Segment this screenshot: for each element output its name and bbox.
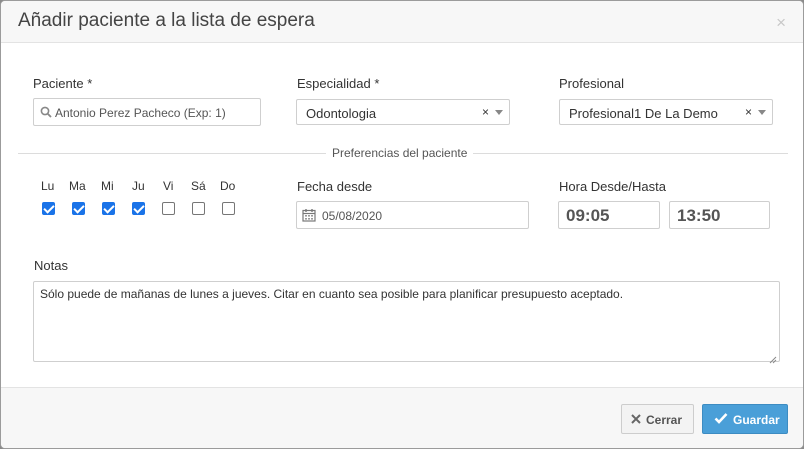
notas-textarea[interactable]: Sólo puede de mañanas de lunes a jueves.…	[33, 281, 780, 364]
fecha-desde-label: Fecha desde	[297, 179, 373, 194]
dialog-header: Añadir paciente a la lista de espera ×	[1, 1, 803, 43]
day-checkbox-lu[interactable]	[42, 202, 55, 215]
day-label-sa: Sá	[191, 179, 206, 193]
day-label-ma: Ma	[69, 179, 86, 193]
profesional-clear-icon[interactable]: ×	[745, 105, 752, 119]
cerrar-label: Cerrar	[646, 413, 683, 427]
day-label-vi: Vi	[163, 179, 174, 193]
especialidad-select[interactable]: Odontologia ×	[296, 99, 510, 125]
chevron-down-icon[interactable]	[758, 110, 766, 115]
fecha-desde-input[interactable]: 05/08/2020	[296, 201, 529, 229]
hora-desde-value: 09:05	[566, 206, 610, 225]
guardar-button[interactable]: Guardar	[702, 404, 788, 434]
especialidad-value: Odontologia	[306, 106, 377, 121]
search-icon	[40, 106, 52, 121]
day-checkbox-sa[interactable]	[192, 202, 205, 215]
hora-hasta-input[interactable]: 13:50	[669, 201, 770, 229]
check-icon	[714, 412, 728, 427]
especialidad-clear-icon[interactable]: ×	[482, 105, 489, 119]
hora-desde-input[interactable]: 09:05	[558, 201, 660, 229]
day-label-lu: Lu	[41, 179, 55, 193]
paciente-search-input[interactable]: Antonio Perez Pacheco (Exp: 1)	[33, 98, 261, 126]
profesional-label: Profesional	[559, 76, 625, 91]
dialog-footer: Cerrar Guardar	[1, 387, 803, 448]
chevron-down-icon[interactable]	[495, 110, 503, 115]
hora-label: Hora Desde/Hasta	[559, 179, 666, 194]
day-checkbox-ju[interactable]	[132, 202, 145, 215]
hora-hasta-value: 13:50	[677, 206, 721, 225]
day-checkbox-do[interactable]	[222, 202, 235, 215]
day-label-mi: Mi	[101, 179, 114, 193]
calendar-icon[interactable]	[302, 208, 316, 225]
day-checkbox-ma[interactable]	[72, 202, 85, 215]
paciente-value: Antonio Perez Pacheco (Exp: 1)	[55, 106, 226, 120]
preferencias-title: Preferencias del paciente	[326, 146, 474, 160]
cerrar-button[interactable]: Cerrar	[621, 404, 694, 434]
notas-label: Notas	[34, 258, 68, 273]
close-icon	[631, 412, 641, 427]
day-label-ju: Ju	[132, 179, 145, 193]
notas-value: Sólo puede de mañanas de lunes a jueves.…	[40, 287, 624, 301]
profesional-select[interactable]: Profesional1 De La Demo ×	[559, 99, 773, 125]
especialidad-label: Especialidad *	[297, 76, 380, 91]
paciente-label: Paciente *	[33, 76, 93, 91]
guardar-label: Guardar	[733, 413, 780, 427]
day-label-do: Do	[220, 179, 236, 193]
close-icon[interactable]: ×	[776, 13, 786, 33]
day-checkbox-mi[interactable]	[102, 202, 115, 215]
waiting-list-dialog: Añadir paciente a la lista de espera × P…	[0, 0, 804, 449]
resize-handle-icon[interactable]	[769, 351, 777, 364]
profesional-value: Profesional1 De La Demo	[569, 106, 718, 121]
day-checkbox-vi[interactable]	[162, 202, 175, 215]
fecha-desde-value: 05/08/2020	[322, 209, 383, 223]
dialog-title: Añadir paciente a la lista de espera	[18, 10, 315, 31]
